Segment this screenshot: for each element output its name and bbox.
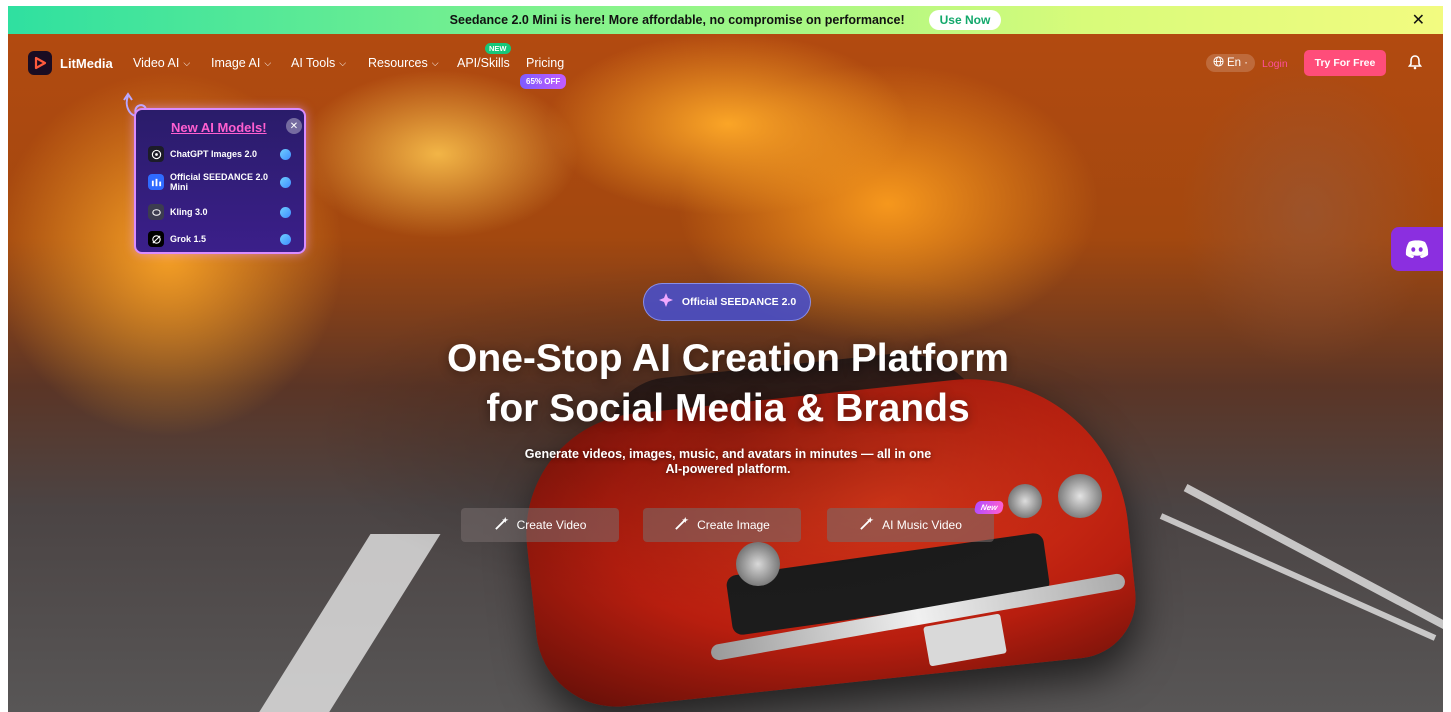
subtitle-line-1: Generate videos, images, music, and avat… xyxy=(524,447,932,461)
headline-line-1: One-Stop AI Creation Platform xyxy=(447,337,1009,380)
sparkle-icon xyxy=(658,292,674,313)
button-label: Create Image xyxy=(697,518,770,532)
language-selector[interactable]: En · xyxy=(1206,54,1255,72)
globe-icon xyxy=(1213,56,1224,70)
arrow-icon xyxy=(280,233,291,245)
headline-line-2: for Social Media & Brands xyxy=(486,387,970,430)
nav-label: Video AI xyxy=(133,56,180,70)
nav-label: Pricing xyxy=(526,56,565,70)
nav-resources[interactable]: Resources ⌵ xyxy=(368,56,439,70)
brand-name: LitMedia xyxy=(60,55,113,71)
arrow-icon xyxy=(280,176,291,188)
popup-title[interactable]: New AI Models! xyxy=(171,120,267,135)
logo-play-icon xyxy=(28,51,52,75)
ai-music-video-button[interactable]: AI Music Video xyxy=(827,508,994,542)
bell-icon[interactable] xyxy=(1407,54,1424,70)
close-icon[interactable]: ✕ xyxy=(1412,10,1425,30)
model-item-chatgpt-images[interactable]: ChatGPT Images 2.0 xyxy=(148,146,298,162)
seedance-icon xyxy=(148,174,164,190)
login-link[interactable]: Login xyxy=(1262,58,1288,70)
model-label: ChatGPT Images 2.0 xyxy=(170,149,258,159)
model-label: Kling 3.0 xyxy=(170,207,208,217)
page-title: One-Stop AI Creation Platform for Social… xyxy=(338,334,1118,434)
hero-subtitle: Generate videos, images, music, and avat… xyxy=(478,447,978,477)
new-badge: NEW xyxy=(485,43,511,54)
model-item-kling[interactable]: Kling 3.0 xyxy=(148,204,298,220)
create-video-button[interactable]: Create Video xyxy=(461,508,619,542)
use-now-button[interactable]: Use Now xyxy=(928,10,1002,30)
nav-label: Image AI xyxy=(211,56,261,70)
model-item-grok[interactable]: Grok 1.5 xyxy=(148,231,298,247)
dot-icon: · xyxy=(1244,57,1248,69)
arrow-icon xyxy=(280,206,291,218)
kling-icon xyxy=(148,204,164,220)
subtitle-line-2: AI-powered platform. xyxy=(665,462,791,476)
new-ai-models-popup: New AI Models! ✕ ChatGPT Images 2.0 Offi… xyxy=(134,108,306,254)
nav-pricing[interactable]: Pricing xyxy=(526,56,564,70)
magic-wand-icon xyxy=(859,516,874,534)
top-navbar: LitMedia Video AI ⌵ Image AI ⌵ AI Tools ⌵ R… xyxy=(8,34,1443,92)
chevron-down-icon: ⌵ xyxy=(264,57,272,68)
discord-icon xyxy=(1405,240,1429,258)
chevron-down-icon: ⌵ xyxy=(339,57,347,68)
seedance-model-pill[interactable]: Official SEEDANCE 2.0 xyxy=(643,283,811,321)
nav-api-skills[interactable]: API/Skills xyxy=(457,56,510,70)
arrow-icon xyxy=(280,148,291,160)
nav-ai-tools[interactable]: AI Tools ⌵ xyxy=(291,56,346,70)
model-item-seedance-mini[interactable]: Official SEEDANCE 2.0 Mini xyxy=(148,172,298,192)
brand-logo[interactable]: LitMedia xyxy=(28,51,113,75)
chevron-down-icon: ⌵ xyxy=(183,57,191,68)
discord-button[interactable] xyxy=(1391,227,1443,271)
chevron-down-icon: ⌵ xyxy=(431,57,439,68)
model-label: Grok 1.5 xyxy=(170,234,207,244)
nav-label: Resources xyxy=(368,56,428,70)
nav-label: API/Skills xyxy=(457,56,510,70)
close-icon[interactable]: ✕ xyxy=(286,118,302,134)
grok-icon xyxy=(148,231,164,247)
button-label: AI Music Video xyxy=(882,518,962,532)
hero-section: LitMedia Video AI ⌵ Image AI ⌵ AI Tools ⌵ R… xyxy=(8,34,1443,712)
magic-wand-icon xyxy=(494,516,509,534)
openai-icon xyxy=(148,146,164,162)
nav-video-ai[interactable]: Video AI ⌵ xyxy=(133,56,190,70)
model-label: Official SEEDANCE 2.0 Mini xyxy=(170,172,269,192)
discount-badge: 65% OFF xyxy=(520,74,567,89)
announcement-bar: Seedance 2.0 Mini is here! More affordab… xyxy=(8,6,1443,34)
language-label: En xyxy=(1227,57,1242,69)
magic-wand-icon xyxy=(674,516,689,534)
nav-image-ai[interactable]: Image AI ⌵ xyxy=(211,56,271,70)
pill-label: Official SEEDANCE 2.0 xyxy=(681,296,797,308)
announcement-text: Seedance 2.0 Mini is here! More affordab… xyxy=(449,13,905,27)
button-label: Create Video xyxy=(516,518,587,532)
new-badge: New xyxy=(973,501,1005,514)
nav-label: AI Tools xyxy=(291,56,336,70)
create-image-button[interactable]: Create Image xyxy=(643,508,801,542)
try-for-free-button[interactable]: Try For Free xyxy=(1304,50,1386,76)
